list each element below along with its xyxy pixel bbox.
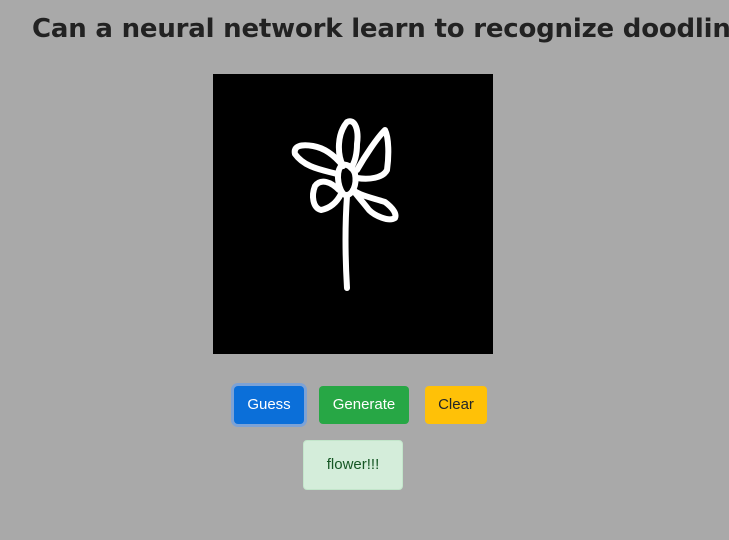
generate-button[interactable]: Generate	[319, 386, 409, 424]
page-title: Can a neural network learn to recognize …	[32, 14, 729, 44]
drawing-canvas[interactable]	[213, 74, 493, 354]
page: Can a neural network learn to recognize …	[0, 0, 729, 540]
guess-button[interactable]: Guess	[234, 386, 304, 424]
clear-button[interactable]: Clear	[425, 386, 487, 424]
button-row: Guess Generate Clear	[0, 386, 729, 424]
flower-doodle-icon	[291, 118, 399, 291]
prediction-result: flower!!!	[303, 440, 403, 490]
